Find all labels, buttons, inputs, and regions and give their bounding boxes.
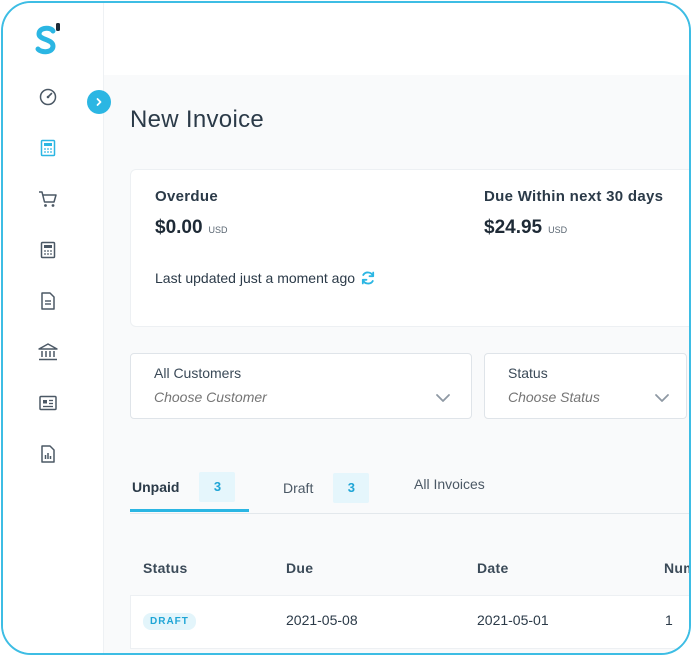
table-row[interactable]: DRAFT 2021-05-08 2021-05-01 1 xyxy=(130,595,689,649)
tab-draft-label: Draft xyxy=(283,480,314,496)
refresh-icon[interactable] xyxy=(360,270,376,286)
overdue-label: Overdue xyxy=(155,188,218,205)
sidebar-toggle-button[interactable] xyxy=(87,90,111,114)
last-updated: Last updated just a moment ago xyxy=(155,270,376,286)
invoice-tabs: Unpaid 3 Draft 3 All Invoices xyxy=(130,465,689,514)
column-header-due[interactable]: Due xyxy=(286,560,313,576)
tab-draft[interactable]: Draft 3 xyxy=(283,465,370,511)
column-header-date[interactable]: Date xyxy=(477,560,509,576)
document-icon[interactable] xyxy=(38,291,58,311)
due-amount: $24.95 USD xyxy=(484,217,567,239)
cart-icon[interactable] xyxy=(38,189,58,209)
top-bar xyxy=(103,3,689,75)
summary-card: Overdue $0.00 USD Due Within next 30 days… xyxy=(130,169,689,327)
column-header-number[interactable]: Num xyxy=(664,560,689,576)
due-label: Due Within next 30 days xyxy=(484,188,664,205)
last-updated-text: Last updated just a moment ago xyxy=(155,270,356,286)
overdue-amount: $0.00 USD xyxy=(155,217,228,239)
overdue-amount-value: $0.00 xyxy=(155,217,203,238)
customer-select-input[interactable] xyxy=(154,389,414,405)
tab-draft-count: 3 xyxy=(333,473,370,503)
date-cell: 2021-05-01 xyxy=(477,612,549,628)
customer-filter[interactable]: All Customers xyxy=(130,353,472,419)
number-cell: 1 xyxy=(665,612,673,628)
page-title: New Invoice xyxy=(130,106,265,133)
bank-icon[interactable] xyxy=(38,342,58,362)
due-amount-value: $24.95 xyxy=(484,217,543,238)
tab-unpaid-label: Unpaid xyxy=(132,479,180,495)
app-frame: New Invoice Overdue $0.00 USD Due Within … xyxy=(1,1,691,655)
overdue-currency: USD xyxy=(208,225,228,235)
chevron-down-icon[interactable] xyxy=(654,390,670,408)
chevron-down-icon[interactable] xyxy=(435,390,451,408)
customer-filter-label: All Customers xyxy=(154,365,242,381)
chevron-right-icon xyxy=(96,98,102,106)
column-header-status[interactable]: Status xyxy=(143,560,188,576)
calculator-icon[interactable] xyxy=(38,240,58,260)
tab-all-invoices-label: All Invoices xyxy=(414,476,485,492)
id-card-icon[interactable] xyxy=(38,393,58,413)
app-logo-icon[interactable] xyxy=(31,21,65,57)
tab-unpaid-count: 3 xyxy=(199,472,236,502)
dashboard-icon[interactable] xyxy=(38,87,58,107)
due-date-cell: 2021-05-08 xyxy=(286,612,358,628)
status-select-input[interactable] xyxy=(508,389,638,405)
tab-unpaid[interactable]: Unpaid 3 xyxy=(130,465,249,512)
report-icon[interactable] xyxy=(38,444,58,464)
due-currency: USD xyxy=(548,225,568,235)
tab-all-invoices[interactable]: All Invoices xyxy=(414,461,485,507)
status-badge: DRAFT xyxy=(143,613,196,630)
status-filter-label: Status xyxy=(508,365,548,381)
invoice-icon[interactable] xyxy=(38,138,58,158)
status-filter[interactable]: Status xyxy=(484,353,687,419)
